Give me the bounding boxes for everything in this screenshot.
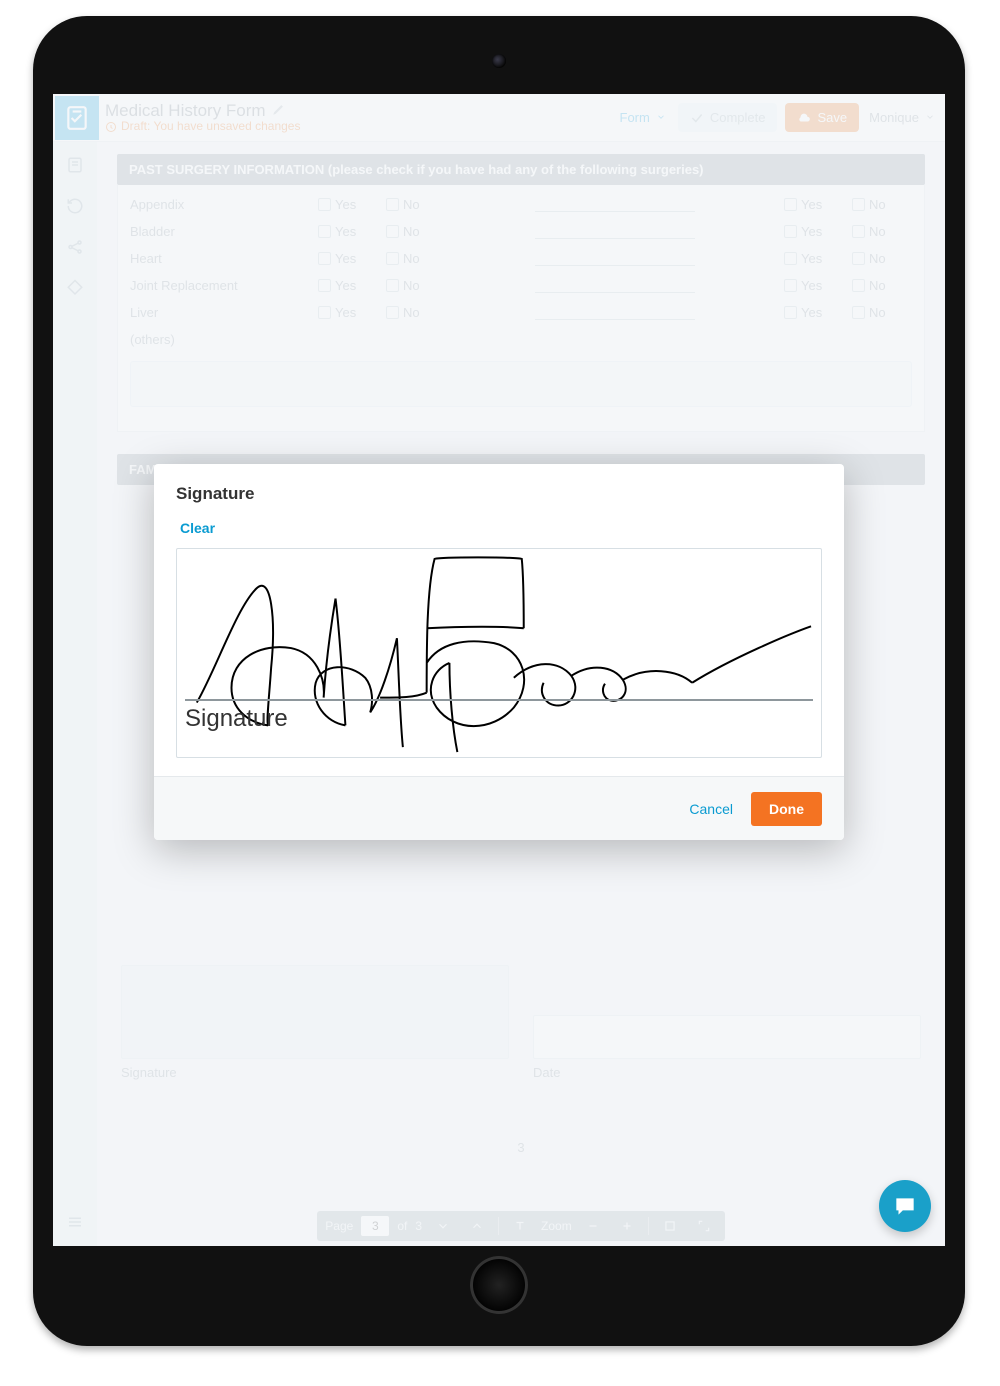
clear-signature-button[interactable]: Clear bbox=[180, 520, 215, 536]
signature-modal: Signature Clear Signature Cancel Done bbox=[154, 464, 844, 840]
modal-title: Signature bbox=[176, 484, 822, 504]
modal-backdrop[interactable]: Signature Clear Signature Cancel Done bbox=[53, 94, 945, 1246]
signature-baseline bbox=[185, 699, 813, 701]
signature-placeholder: Signature bbox=[185, 705, 288, 733]
ipad-frame: Medical History Form Draft: You have uns… bbox=[33, 16, 965, 1346]
ipad-home-button[interactable] bbox=[470, 1256, 528, 1314]
screen: Medical History Form Draft: You have uns… bbox=[53, 94, 945, 1246]
modal-footer: Cancel Done bbox=[154, 776, 844, 840]
signature-canvas[interactable]: Signature bbox=[176, 548, 822, 758]
chat-bubble[interactable] bbox=[879, 1180, 931, 1232]
done-button[interactable]: Done bbox=[751, 792, 822, 826]
chat-icon bbox=[892, 1193, 918, 1219]
cancel-button[interactable]: Cancel bbox=[689, 801, 733, 817]
ipad-camera bbox=[492, 54, 506, 68]
